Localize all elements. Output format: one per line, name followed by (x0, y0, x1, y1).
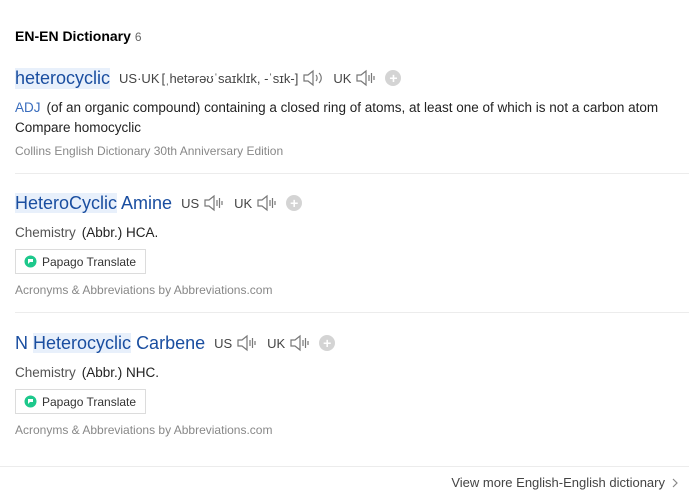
pron-label-uk: UK (333, 70, 352, 86)
papago-translate-button[interactable]: Papago Translate (15, 389, 147, 414)
entry-heterocyclic: heterocyclic US·UK [ˌhetərəʊˈsaɪklɪk, -ˈ… (15, 66, 689, 174)
view-more-label: View more English-English dictionary (451, 475, 665, 490)
add-wordbook-button[interactable]: + (319, 335, 336, 351)
add-wordbook-button[interactable]: + (385, 70, 402, 86)
papago-label: Papago Translate (42, 394, 137, 409)
add-wordbook-button[interactable]: + (286, 195, 303, 211)
entry-headline: N Heterocyclic Carbene US UK + (15, 331, 689, 355)
field-row: Chemistry (Abbr.) NHC. (15, 365, 689, 380)
add-icon: + (389, 70, 398, 86)
pron-label-us: US (181, 195, 200, 211)
field-row: Chemistry (Abbr.) HCA. (15, 225, 689, 240)
papago-translate-button[interactable]: Papago Translate (15, 249, 147, 274)
part-of-speech: ADJ (15, 100, 41, 115)
subject-label: Chemistry (15, 365, 76, 380)
papago-label: Papago Translate (42, 254, 137, 269)
headword-rest: Carbene (136, 332, 206, 353)
pron-label-uk: UK (267, 335, 286, 351)
speaker-icon[interactable] (203, 194, 225, 212)
speaker-icon[interactable] (355, 69, 377, 87)
entry-headline: HeteroCyclic Amine US UK + (15, 191, 689, 215)
phonetic-text: [ˌhetərəʊˈsaɪklɪk, -ˈsɪk-] (161, 70, 299, 86)
speaker-icon[interactable] (256, 194, 278, 212)
speaker-icon[interactable] (302, 69, 324, 87)
section-title-text: EN-EN Dictionary (15, 28, 131, 44)
view-more-link[interactable]: View more English-English dictionary (451, 475, 679, 490)
footer-bar: View more English-English dictionary (0, 466, 689, 498)
chevron-right-icon (672, 478, 678, 487)
pron-label-us-uk: US·UK (119, 70, 160, 86)
definition-text: (of an organic compound) containing a cl… (46, 100, 659, 115)
add-icon: + (290, 195, 299, 211)
add-icon: + (323, 335, 332, 351)
papago-icon (24, 395, 37, 408)
speaker-icon[interactable] (289, 334, 311, 352)
definition: ADJ (of an organic compound) containing a… (15, 98, 689, 118)
abbreviation-text: (Abbr.) NHC. (81, 365, 160, 380)
compare-note: Compare homocyclic (15, 120, 142, 135)
headword-link[interactable]: heterocyclic (15, 67, 111, 89)
source-credit: Acronyms & Abbreviations by Abbreviation… (15, 423, 273, 437)
headword-rest: Amine (121, 192, 173, 213)
section-title: EN-EN Dictionary 6 (15, 28, 142, 44)
source-credit: Acronyms & Abbreviations by Abbreviation… (15, 283, 273, 297)
entry-n-heterocyclic-carbene: N Heterocyclic Carbene US UK + Chemistry… (15, 331, 689, 453)
headword-highlight: HeteroCyclic (15, 192, 118, 213)
subject-label: Chemistry (15, 225, 76, 240)
headword-prefix: N (15, 332, 28, 353)
pron-label-uk: UK (234, 195, 253, 211)
headword-highlight: Heterocyclic (33, 332, 132, 353)
abbreviation-text: (Abbr.) HCA. (81, 225, 159, 240)
entry-heterocyclic-amine: HeteroCyclic Amine US UK + Chemistry (Ab… (15, 191, 689, 313)
speaker-icon[interactable] (236, 334, 258, 352)
pronunciation: US·UK [ˌhetərəʊˈsaɪklɪk, -ˈsɪk-] (119, 71, 298, 86)
papago-icon (24, 255, 37, 268)
source-credit: Collins English Dictionary 30th Annivers… (15, 144, 284, 158)
headword-link[interactable]: N Heterocyclic Carbene (15, 332, 206, 354)
result-count: 6 (134, 30, 142, 44)
headword-link[interactable]: HeteroCyclic Amine (15, 192, 173, 214)
entry-headline: heterocyclic US·UK [ˌhetərəʊˈsaɪklɪk, -ˈ… (15, 66, 689, 90)
pron-label-us: US (214, 335, 233, 351)
